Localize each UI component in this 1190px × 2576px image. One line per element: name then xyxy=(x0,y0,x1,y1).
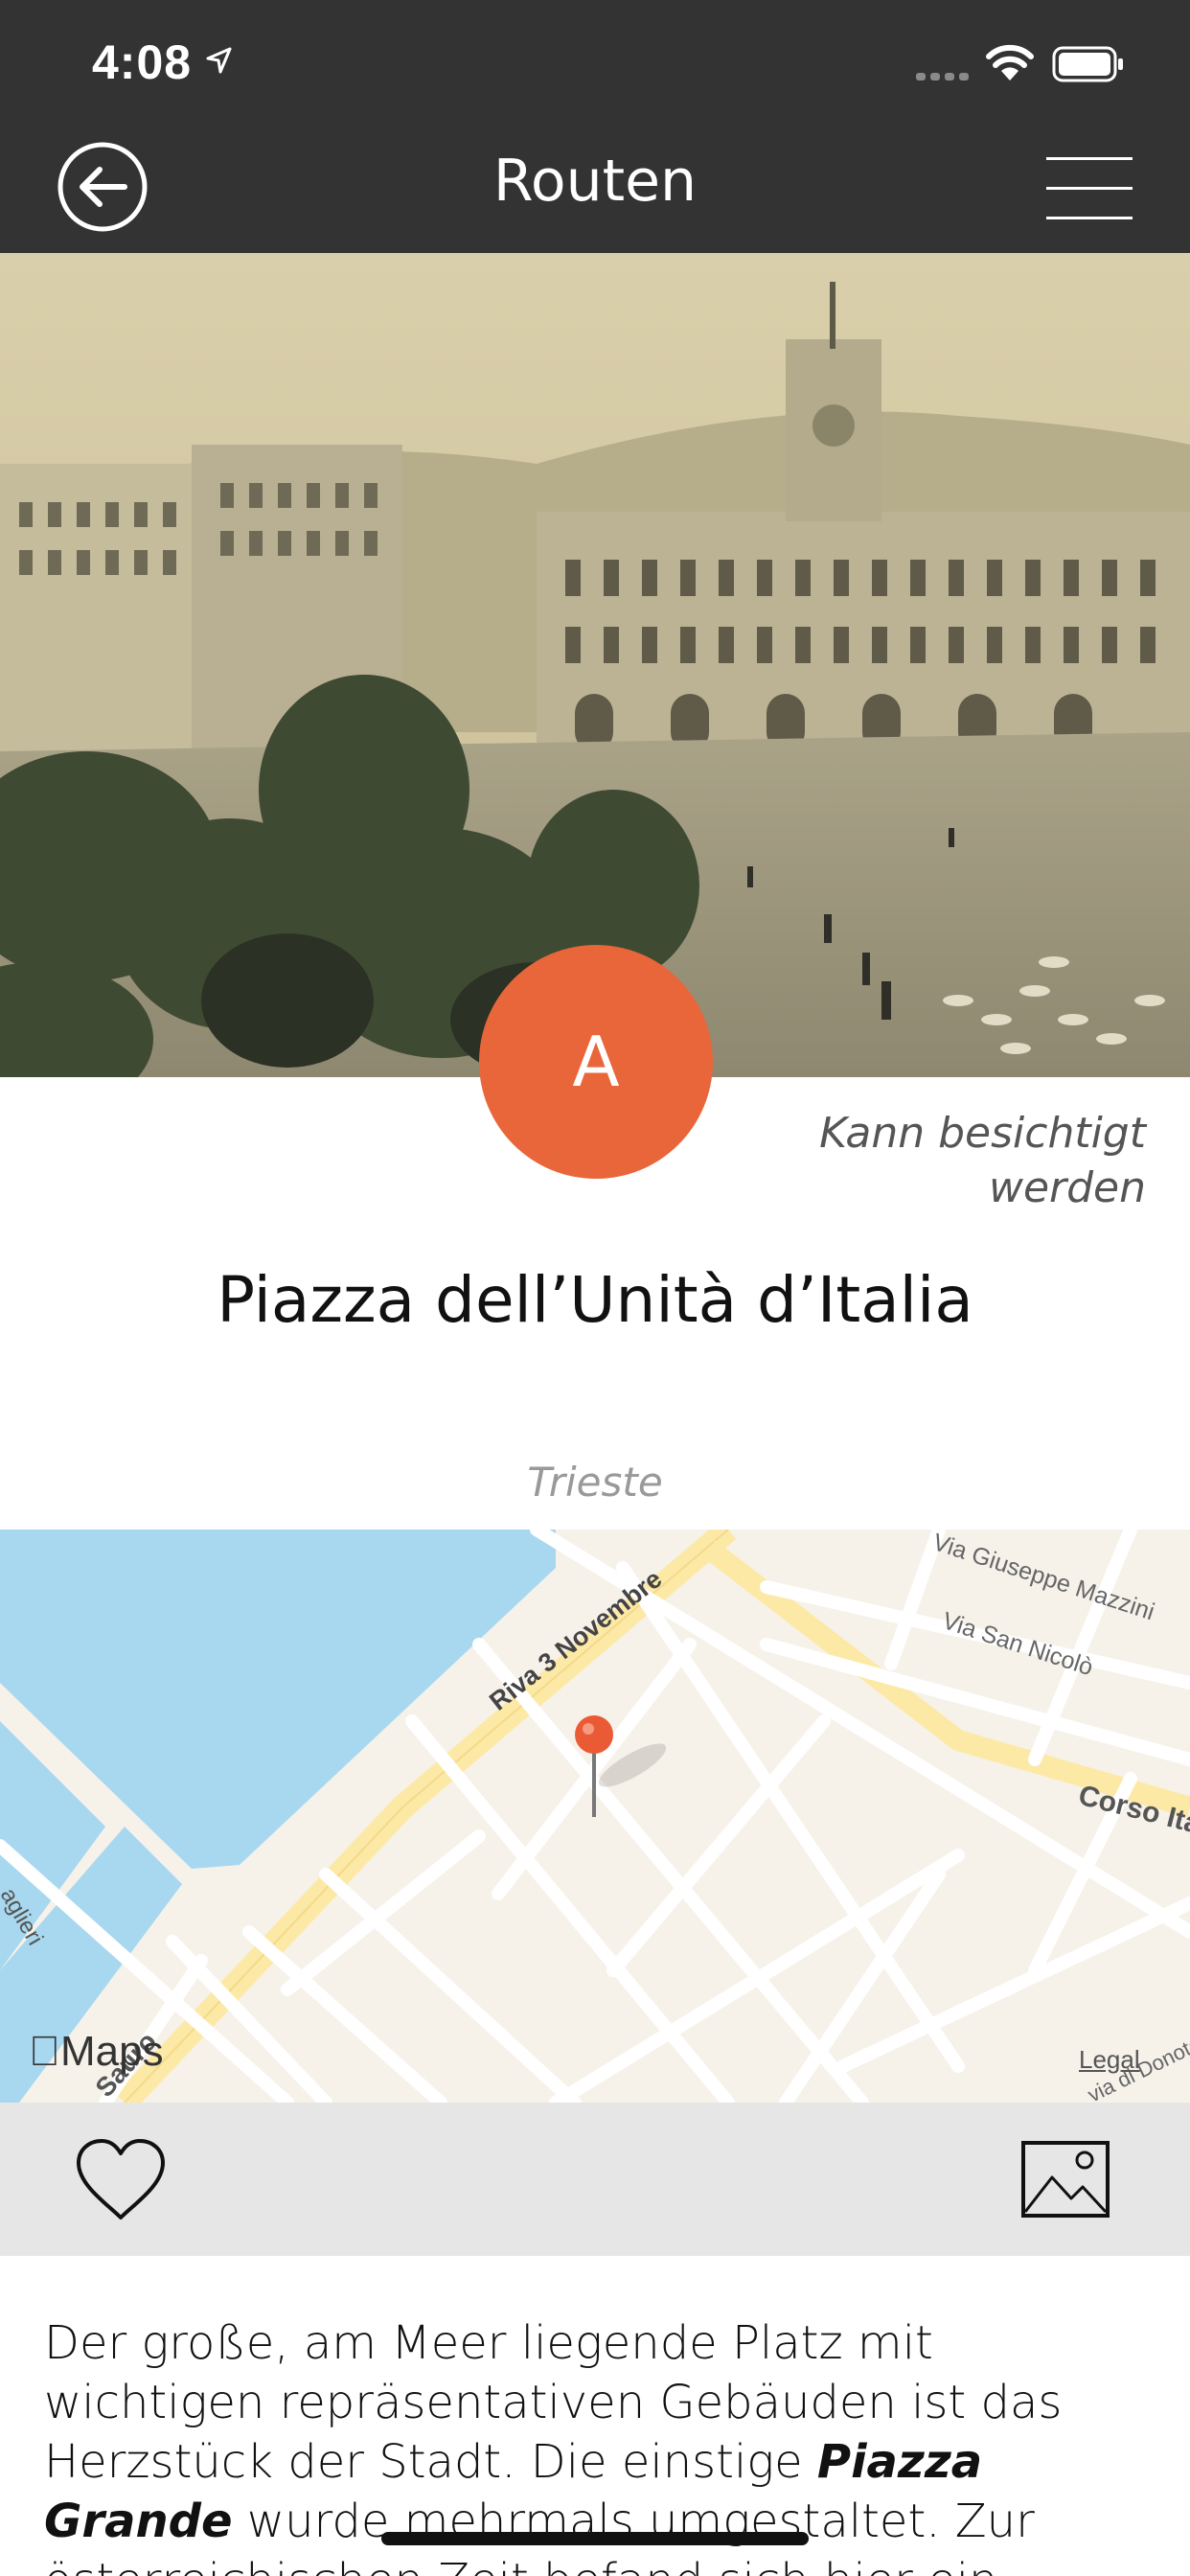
favorite-button[interactable] xyxy=(73,2137,169,2223)
apple-logo-icon:  xyxy=(29,2028,60,2075)
visit-status-line2: werden xyxy=(988,1163,1146,1212)
battery-icon xyxy=(1052,46,1123,82)
place-city: Trieste xyxy=(527,1459,663,1506)
route-stop-marker: A xyxy=(479,945,713,1179)
hamburger-menu-icon xyxy=(1046,157,1133,219)
action-bar xyxy=(0,2103,1190,2256)
visit-status-line1: Kann besichtigt xyxy=(819,1109,1146,1158)
navigation-bar: Routen xyxy=(0,126,1190,253)
location-map[interactable]: Riva 3 Novembre Via Giuseppe Mazzini Via… xyxy=(0,1530,1190,2103)
status-bar: 4:08 xyxy=(0,0,1190,126)
menu-button[interactable] xyxy=(1044,155,1134,222)
home-indicator xyxy=(381,2532,809,2545)
status-time: 4:08 xyxy=(92,35,193,89)
heart-outline-icon xyxy=(77,2139,165,2220)
location-arrow-icon xyxy=(206,47,232,74)
visit-status: Kann besichtigt werden xyxy=(763,1106,1146,1215)
page-title: Routen xyxy=(492,148,698,215)
image-gallery-icon xyxy=(1021,2141,1110,2218)
cellular-signal-icon xyxy=(916,73,969,80)
gallery-button[interactable] xyxy=(1021,2141,1110,2218)
map-canvas: Riva 3 Novembre Via Giuseppe Mazzini Via… xyxy=(0,1530,1190,2103)
map-legal-link[interactable]: Legal xyxy=(1079,2045,1140,2075)
place-title: Piazza dell’Unità d’Italia xyxy=(217,1263,973,1337)
wifi-icon xyxy=(986,44,1034,80)
maps-brand: Maps xyxy=(29,2028,164,2075)
